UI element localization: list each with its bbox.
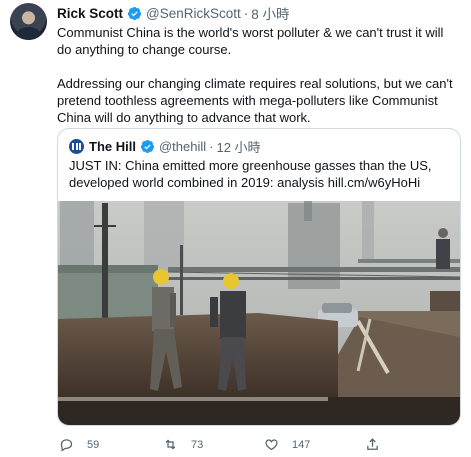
quoted-tweet-photo[interactable] <box>58 201 460 425</box>
reply-icon <box>60 439 73 452</box>
quoted-tweet[interactable]: The Hill @thehill · 12 小時 JUST IN: China… <box>57 128 461 426</box>
verified-badge-icon <box>127 6 142 20</box>
tweet-paragraph: Addressing our changing climate requires… <box>57 76 453 125</box>
tweet-text: Communist China is the world's worst pol… <box>57 24 457 126</box>
quoted-author-handle: @thehill <box>158 138 207 154</box>
tweet[interactable]: Rick Scott @SenRickScott · 8 小時 Communis… <box>0 0 471 457</box>
factory-workers-photo <box>58 201 460 425</box>
tweet-header: Rick Scott @SenRickScott · 8 小時 <box>57 3 290 23</box>
verified-badge-icon <box>140 139 155 153</box>
like-count: 147 <box>292 438 311 451</box>
tweet-actions: 59 73 147 <box>57 437 457 455</box>
reply-button[interactable]: 59 <box>59 437 99 452</box>
quoted-tweet-header: The Hill @thehill · 12 小時 <box>69 138 261 155</box>
reply-count: 59 <box>87 438 100 451</box>
quoted-tweet-text: JUST IN: China emitted more greenhouse g… <box>69 158 432 190</box>
retweet-icon <box>165 439 176 450</box>
share-icon <box>367 438 378 450</box>
quoted-tweet-timestamp: 12 小時 <box>216 139 261 155</box>
retweet-count: 73 <box>191 438 204 451</box>
share-button[interactable] <box>365 437 393 452</box>
separator-dot: · <box>209 138 214 154</box>
author-avatar[interactable] <box>10 3 47 40</box>
quoted-author-avatar <box>69 138 84 154</box>
like-button[interactable]: 147 <box>264 437 310 452</box>
author-handle[interactable]: @SenRickScott <box>146 6 241 21</box>
tweet-timestamp[interactable]: 8 小時 <box>251 3 289 23</box>
separator-dot: · <box>243 5 249 21</box>
quoted-author-name: The Hill <box>89 138 136 154</box>
tweet-paragraph: Communist China is the world's worst pol… <box>57 25 444 57</box>
heart-icon <box>265 439 278 451</box>
retweet-button[interactable]: 73 <box>163 437 203 452</box>
author-name[interactable]: Rick Scott <box>57 6 123 21</box>
